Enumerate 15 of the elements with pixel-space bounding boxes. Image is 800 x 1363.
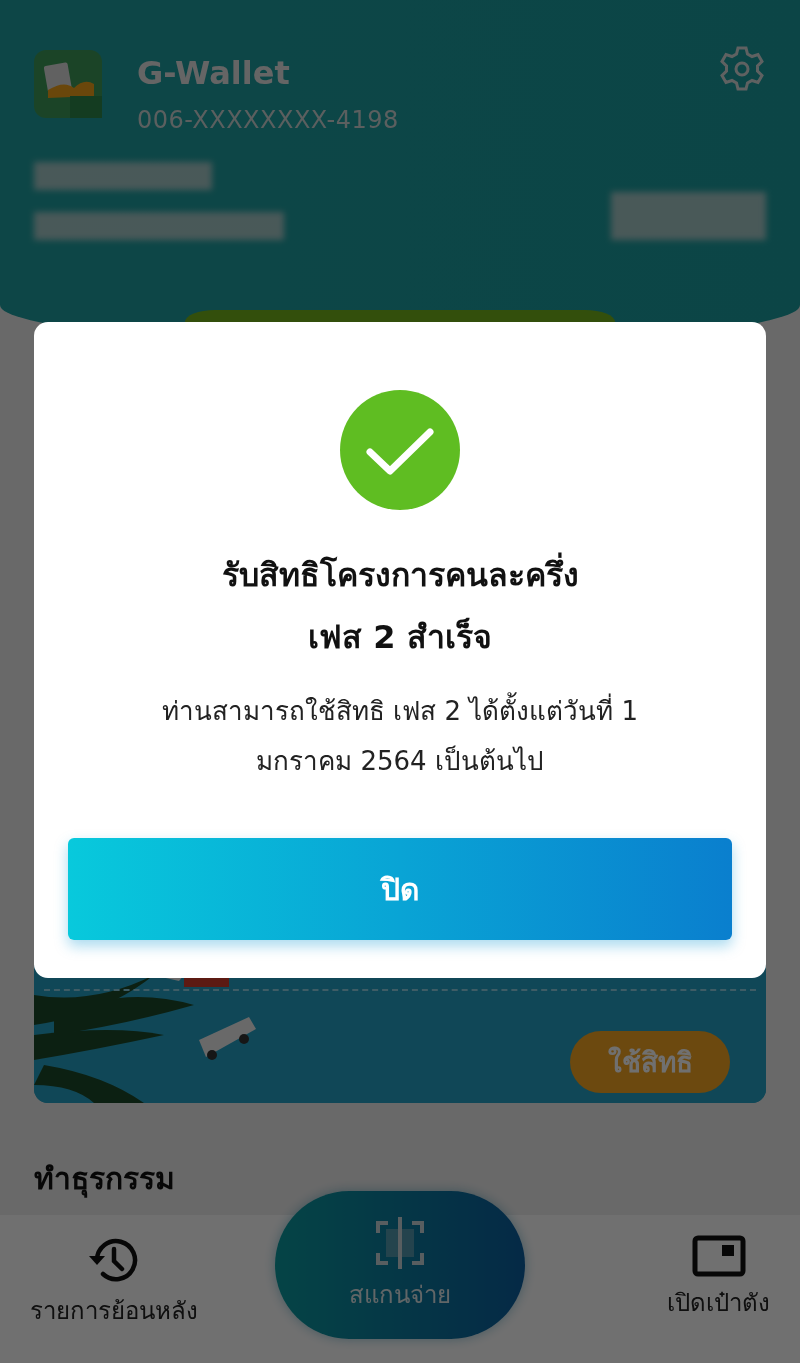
success-check-icon — [340, 390, 460, 510]
wallet-icon — [691, 1235, 746, 1277]
history-tab[interactable]: รายการย้อนหลัง — [30, 1215, 198, 1330]
scan-icon — [374, 1216, 426, 1269]
wallet-tab[interactable]: เปิดเป๋าตัง — [667, 1215, 770, 1322]
settings-icon[interactable] — [718, 45, 766, 93]
account-number: 006-XXXXXXXX-4198 — [137, 106, 399, 134]
scan-tab[interactable]: สแกนจ่าย — [275, 1191, 525, 1339]
close-button[interactable]: ปิด — [68, 838, 732, 940]
app-name: G-Wallet — [137, 54, 291, 92]
section-title: ทำธุรกรรม — [34, 1160, 176, 1200]
dialog-message: ท่านสามารถใช้สิทธิ เฟส 2 ได้ตั้งแต่วันที่ 1 มกราคม 2564 เป็นต้นไป — [161, 686, 639, 786]
use-rights-button[interactable]: ใช้สิทธิ — [570, 1031, 730, 1093]
app-logo-icon — [34, 50, 102, 118]
dialog-title: รับสิทธิโครงการคนละครึ่ง เฟส 2 สำเร็จ — [221, 544, 579, 668]
